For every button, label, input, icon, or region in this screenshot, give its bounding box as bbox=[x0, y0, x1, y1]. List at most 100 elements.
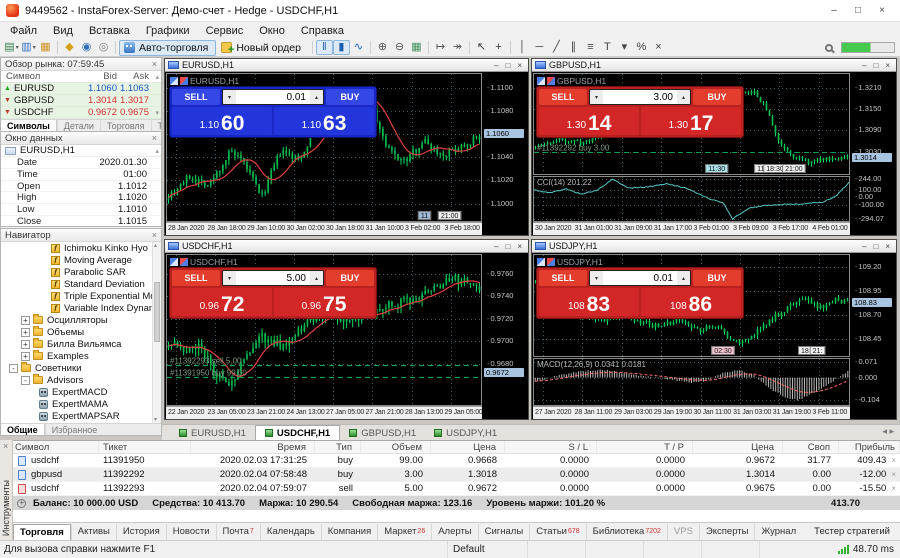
market-watch-tab[interactable]: Торговля bbox=[100, 120, 151, 132]
scroll-up-icon[interactable]: ▴ bbox=[155, 73, 159, 81]
volume-stepper[interactable] bbox=[589, 89, 691, 105]
toolbox-tab[interactable]: Активы bbox=[71, 524, 116, 540]
close-icon[interactable] bbox=[152, 60, 157, 69]
expand-icon[interactable]: + bbox=[21, 316, 30, 325]
percent-icon[interactable]: % bbox=[633, 40, 650, 55]
toolbox-tab[interactable]: Маркет26 bbox=[377, 524, 431, 540]
sell-button[interactable]: SELL bbox=[172, 89, 220, 105]
market-watch-tab[interactable]: Детали bbox=[57, 120, 100, 132]
toolbox-tab[interactable]: Новости bbox=[166, 524, 216, 540]
expand-summary-icon[interactable] bbox=[17, 499, 26, 508]
toolbox-vertical-tab[interactable]: Инструменты bbox=[1, 480, 11, 536]
table-column-header[interactable]: Тикет bbox=[99, 441, 191, 453]
close-position-icon[interactable] bbox=[891, 484, 896, 493]
candlestick-chart[interactable]: GBPUSD,H1 SELLBUY1.30141.3017 bbox=[533, 73, 850, 175]
sell-price[interactable]: 0.9672 bbox=[172, 288, 272, 316]
toolbox-tab[interactable]: Сигналы bbox=[478, 524, 530, 540]
signals-icon[interactable]: ◎ bbox=[95, 40, 112, 55]
volume-increase-icon[interactable] bbox=[677, 271, 690, 285]
menu-item[interactable]: Вставка bbox=[81, 25, 138, 37]
collapse-icon[interactable]: - bbox=[9, 364, 18, 373]
position-row[interactable]: usdchf113922932020.02.04 07:59:07sell5.0… bbox=[13, 482, 900, 496]
navigator-tab[interactable]: Общие bbox=[1, 424, 45, 436]
chart-window-titlebar[interactable]: GBPUSD,H1 bbox=[532, 59, 896, 72]
candlestick-chart[interactable]: USDCHF,H1 SELLBUY0.96720.9675 bbox=[166, 254, 482, 406]
crosshair-icon[interactable]: + bbox=[490, 40, 507, 55]
trendline-icon[interactable]: ╱ bbox=[548, 40, 565, 55]
navigator-item[interactable]: ExpertMAMA bbox=[1, 398, 161, 410]
tile-windows-icon[interactable]: ▦ bbox=[408, 40, 425, 55]
zoom-in-icon[interactable]: ⊕ bbox=[374, 40, 391, 55]
table-column-header[interactable]: Цена bbox=[431, 441, 505, 453]
navigator-item[interactable]: +Examples bbox=[1, 350, 161, 362]
sell-price[interactable]: 1.3014 bbox=[539, 107, 639, 135]
toolbox-tab[interactable]: История bbox=[116, 524, 166, 540]
minimize-icon[interactable] bbox=[862, 61, 866, 70]
navigator-item[interactable]: Triple Exponential Movin bbox=[1, 290, 161, 302]
chart-window-titlebar[interactable]: USDJPY,H1 bbox=[532, 240, 896, 253]
tab-scroll-arrows[interactable]: ◂ ▸ bbox=[882, 426, 900, 440]
scrollbar-thumb[interactable] bbox=[154, 282, 160, 342]
volume-input[interactable] bbox=[603, 271, 677, 285]
market-watch-tab[interactable]: Тики bbox=[151, 120, 162, 132]
profile-selector[interactable]: Default bbox=[448, 541, 528, 558]
close-icon[interactable] bbox=[517, 242, 522, 251]
new-chart-icon[interactable]: ▤▾ bbox=[3, 40, 20, 55]
search-icon[interactable] bbox=[825, 44, 833, 52]
market-watch-row[interactable]: ▼USDCHF0.96720.9675▾ bbox=[1, 107, 161, 119]
buy-button[interactable]: BUY bbox=[326, 89, 374, 105]
toolbox-tab[interactable]: Компания bbox=[321, 524, 377, 540]
volume-increase-icon[interactable] bbox=[677, 90, 690, 104]
chart-tab[interactable]: USDJPY,H1 bbox=[425, 426, 506, 440]
sell-button[interactable]: SELL bbox=[539, 89, 587, 105]
collapse-icon[interactable]: - bbox=[21, 376, 30, 385]
navigator-item[interactable]: ExpertMAPSARSizeOptim bbox=[1, 422, 161, 423]
volume-input[interactable] bbox=[236, 271, 310, 285]
table-column-header[interactable]: S / L bbox=[505, 441, 597, 453]
navigator-item[interactable]: Parabolic SAR bbox=[1, 266, 161, 278]
chart-window-eurusd[interactable]: EURUSD,H1 EURUSD,H1 SELLBUY1.10601.1063 … bbox=[164, 58, 529, 236]
chart-tab[interactable]: EURUSD,H1 bbox=[170, 426, 255, 440]
volume-stepper[interactable] bbox=[222, 89, 324, 105]
toolbox-tab[interactable]: Журнал bbox=[754, 524, 802, 540]
restore-icon[interactable] bbox=[505, 61, 510, 70]
sell-price[interactable]: 1.1060 bbox=[172, 107, 272, 135]
restore-icon[interactable] bbox=[505, 242, 510, 251]
navigator-item[interactable]: ExpertMACD bbox=[1, 386, 161, 398]
close-position-icon[interactable] bbox=[891, 470, 896, 479]
navigator-item[interactable]: ExpertMAPSAR bbox=[1, 410, 161, 422]
table-column-header[interactable]: Цена bbox=[693, 441, 783, 453]
minimize-icon[interactable] bbox=[494, 61, 498, 70]
toolbox-tab[interactable]: Торговля bbox=[13, 524, 71, 540]
expand-icon[interactable]: + bbox=[21, 340, 30, 349]
chart-window-usdjpy[interactable]: USDJPY,H1 USDJPY,H1 SELLBUY1088310886 MA… bbox=[531, 239, 897, 420]
close-button[interactable] bbox=[870, 3, 894, 19]
toolbox-tab[interactable]: VPS bbox=[667, 524, 699, 540]
maximize-button[interactable] bbox=[846, 3, 870, 19]
menu-item[interactable]: Вид bbox=[45, 25, 81, 37]
table-column-header[interactable]: Время bbox=[191, 441, 315, 453]
table-column-header[interactable]: Своп bbox=[783, 441, 839, 453]
candlestick-chart[interactable]: EURUSD,H1 SELLBUY1.10601.1063 bbox=[166, 73, 482, 222]
close-icon[interactable] bbox=[152, 134, 157, 143]
scroll-down-icon[interactable]: ▾ bbox=[155, 109, 159, 117]
navigator-item[interactable]: -Советники bbox=[1, 362, 161, 374]
scroll-up-icon[interactable]: ▴ bbox=[155, 147, 159, 155]
line-chart-icon[interactable]: ∿ bbox=[350, 40, 367, 55]
close-icon[interactable] bbox=[3, 442, 8, 451]
strategy-tester-label[interactable]: Тестер стратегий bbox=[814, 526, 900, 537]
navigator-item[interactable]: +Объемы bbox=[1, 326, 161, 338]
close-icon[interactable] bbox=[517, 61, 522, 70]
volume-decrease-icon[interactable] bbox=[223, 90, 236, 104]
navigator-item[interactable]: +Билла Вильямса bbox=[1, 338, 161, 350]
navigator-item[interactable]: Ichimoku Kinko Hyo bbox=[1, 242, 161, 254]
column-bid[interactable]: Bid bbox=[73, 71, 117, 82]
volume-increase-icon[interactable] bbox=[310, 90, 323, 104]
buy-price[interactable]: 1.3017 bbox=[641, 107, 741, 135]
minimize-icon[interactable] bbox=[494, 242, 498, 251]
menu-item[interactable]: Окно bbox=[251, 25, 293, 37]
table-column-header[interactable]: T / P bbox=[597, 441, 693, 453]
chart-window-usdchf[interactable]: USDCHF,H1 USDCHF,H1 SELLBUY0.96720.9675 … bbox=[164, 239, 529, 420]
volume-stepper[interactable] bbox=[222, 270, 324, 286]
sell-button[interactable]: SELL bbox=[172, 270, 220, 286]
